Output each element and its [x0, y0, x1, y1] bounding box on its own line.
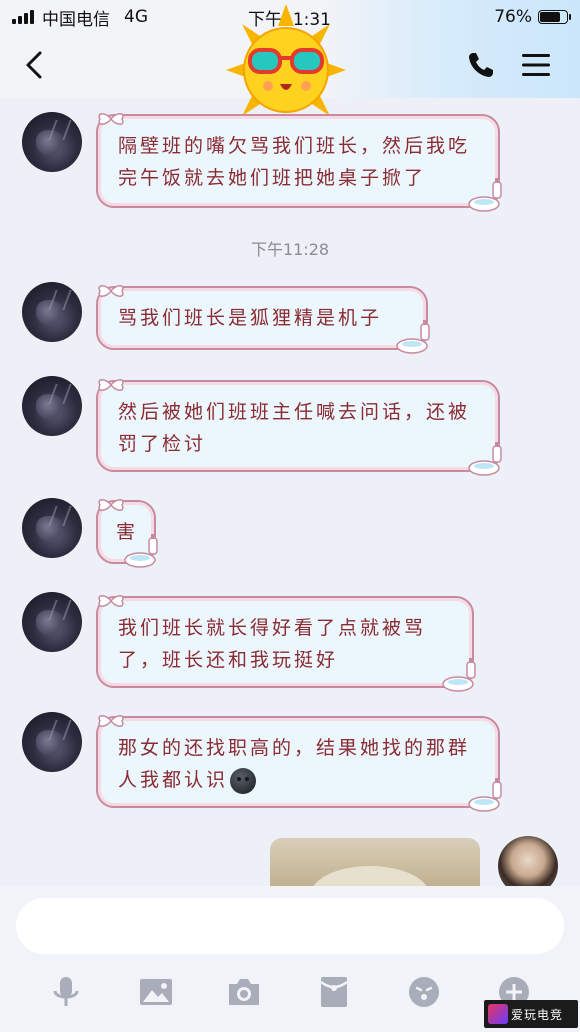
avatar[interactable] [22, 592, 82, 652]
red-packet-icon[interactable] [316, 974, 352, 1010]
chat-header [0, 4, 580, 136]
bubble-decoration-icon [442, 658, 476, 692]
avatar[interactable] [22, 282, 82, 342]
message-bubble[interactable]: 隔壁班的嘴欠骂我们班长，然后我吃完午饭就去她们班把她桌子掀了 [96, 113, 502, 212]
bubble-decoration-icon [468, 178, 502, 212]
bow-decoration-icon [98, 595, 124, 607]
message-input[interactable] [16, 898, 564, 954]
chat-messages[interactable]: 隔壁班的嘴欠骂我们班长，然后我吃完午饭就去她们班把她桌子掀了 下午11:28 骂… [0, 98, 580, 898]
message-bubble[interactable]: 那女的还找职高的，结果她找的那群人我都认识 [96, 715, 502, 812]
watermark-logo: 爱玩电竞 [484, 1000, 578, 1028]
signal-icon [12, 10, 34, 24]
microphone-icon[interactable] [48, 974, 84, 1010]
bow-decoration-icon [98, 715, 124, 727]
message-text: 那女的还找职高的，结果她找的那群人我都认识 [118, 737, 471, 791]
watermark-text: 爱玩电竞 [511, 1007, 564, 1022]
message-bubble[interactable]: 害 [96, 499, 158, 568]
emoji-icon[interactable] [406, 974, 442, 1010]
message-text: 然后被她们班班主任喊去问话，还被罚了检讨 [118, 401, 471, 455]
bubble-decoration-icon [468, 442, 502, 476]
avatar[interactable] [22, 376, 82, 436]
message-bubble[interactable]: 然后被她们班班主任喊去问话，还被罚了检讨 [96, 379, 502, 476]
image-icon[interactable] [138, 974, 174, 1010]
battery-percent: 76% [494, 7, 532, 27]
bubble-decoration-icon [124, 534, 158, 568]
dark-face-emoji-icon [230, 768, 257, 794]
bow-decoration-icon [98, 285, 124, 297]
menu-icon[interactable] [520, 50, 552, 80]
carrier-name: 中国电信 [42, 9, 110, 30]
watermark-logo-icon [488, 1004, 508, 1024]
message-bubble[interactable]: 骂我们班长是狐狸精是机子 [96, 285, 430, 354]
message-text: 我们班长就长得好看了点就被骂了，班长还和我玩挺好 [118, 617, 427, 671]
bubble-decoration-icon [468, 778, 502, 812]
message-bubble[interactable]: 我们班长就长得好看了点就被骂了，班长还和我玩挺好 [96, 595, 476, 692]
bow-decoration-icon [98, 379, 124, 391]
message-timestamp: 下午11:28 [250, 240, 330, 259]
avatar[interactable] [22, 498, 82, 558]
bubble-decoration-icon [396, 320, 430, 354]
camera-icon[interactable] [226, 974, 262, 1010]
chevron-left-icon[interactable] [20, 48, 50, 82]
network-type: 4G [124, 7, 148, 27]
avatar[interactable] [22, 712, 82, 772]
avatar[interactable] [22, 112, 82, 172]
phone-icon[interactable] [466, 50, 496, 80]
bow-decoration-icon [98, 113, 124, 125]
message-text: 隔壁班的嘴欠骂我们班长，然后我吃完午饭就去她们班把她桌子掀了 [118, 135, 471, 189]
battery-icon [538, 10, 571, 24]
bow-decoration-icon [98, 499, 124, 511]
message-text: 骂我们班长是狐狸精是机子 [118, 307, 383, 329]
